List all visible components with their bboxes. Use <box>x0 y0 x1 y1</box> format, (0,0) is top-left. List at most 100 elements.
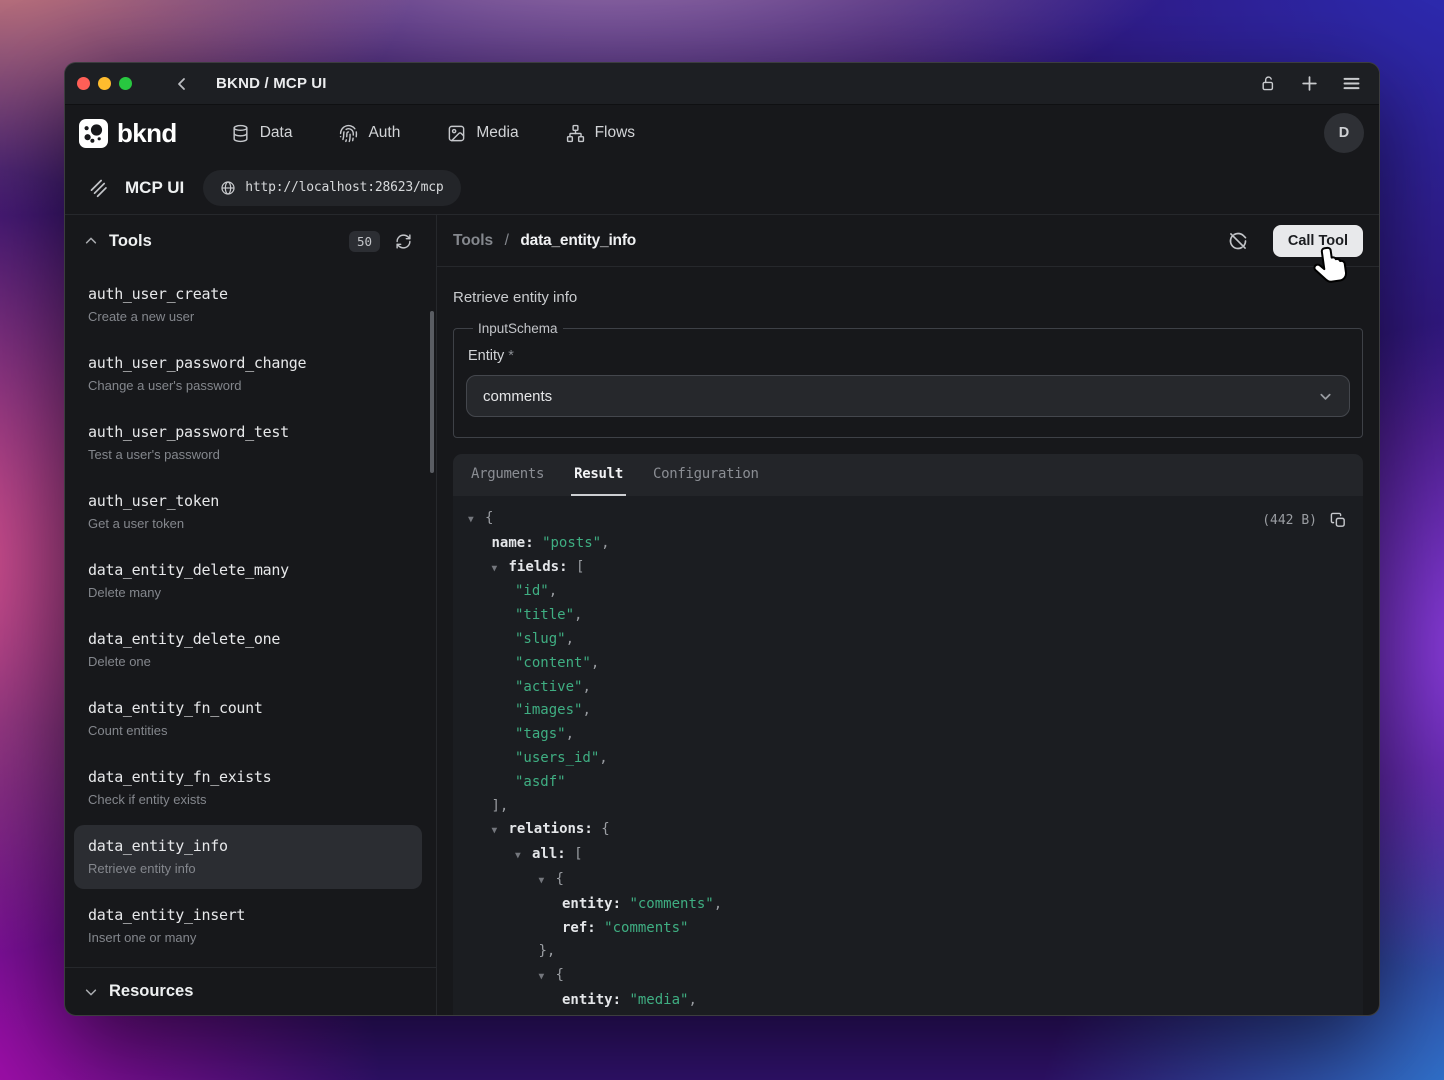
nav-item-data[interactable]: Data <box>231 124 293 143</box>
collapse-triangle-icon[interactable]: ▼ <box>539 965 556 989</box>
call-tool-button[interactable]: Call Tool <box>1273 225 1363 257</box>
json-key: ref: <box>562 920 604 936</box>
json-line: "id", <box>468 580 1348 604</box>
collapse-triangle-icon[interactable]: ▼ <box>539 869 556 893</box>
sidebar-tool-data_entity_fn_exists[interactable]: data_entity_fn_existsCheck if entity exi… <box>74 756 422 820</box>
user-avatar[interactable]: D <box>1324 113 1364 153</box>
copy-result-button[interactable] <box>1330 512 1347 529</box>
bknd-logo-icon <box>79 119 108 148</box>
sidebar-tool-auth_user_password_test[interactable]: auth_user_password_testTest a user's pas… <box>74 411 422 475</box>
back-button[interactable] <box>174 76 190 92</box>
mcp-url-pill[interactable]: http://localhost:28623/mcp <box>203 170 460 206</box>
json-string: "comments" <box>629 896 713 912</box>
tool-description: Delete one <box>88 653 408 671</box>
json-punct: [ <box>574 846 582 862</box>
collapse-triangle-icon[interactable]: ▼ <box>492 819 509 843</box>
chevron-down-icon <box>84 985 98 999</box>
tool-name: auth_user_token <box>88 491 408 512</box>
tool-detail-content: Retrieve entity info InputSchema Entity*… <box>437 267 1379 1015</box>
traffic-lights <box>77 77 132 90</box>
chevron-left-icon <box>174 76 190 92</box>
page-title: MCP UI <box>125 178 184 198</box>
collapse-triangle-icon[interactable]: ▼ <box>515 844 532 868</box>
input-schema-fieldset: InputSchema Entity* comments <box>453 321 1363 438</box>
result-card: Arguments Result Configuration (442 B) ▼… <box>453 454 1363 1015</box>
tools-sidebar: Tools 50 auth_user_createCreate a new us… <box>65 215 437 1015</box>
json-line: ▼relations: { <box>468 818 1348 843</box>
tool-name: data_entity_insert <box>88 905 408 926</box>
mcp-url: http://localhost:28623/mcp <box>245 180 443 195</box>
collapse-triangle-icon[interactable]: ▼ <box>468 508 485 532</box>
entity-select-value: comments <box>483 388 552 405</box>
sidebar-tool-data_entity_fn_count[interactable]: data_entity_fn_countCount entities <box>74 687 422 751</box>
nav-item-media[interactable]: Media <box>447 124 518 143</box>
json-key: all: <box>532 846 574 862</box>
json-string: "content" <box>515 655 591 671</box>
refresh-tools-button[interactable] <box>395 233 412 250</box>
tool-description: Test a user's password <box>88 446 408 464</box>
sidebar-tool-data_entity_delete_many[interactable]: data_entity_delete_manyDelete many <box>74 549 422 613</box>
new-tab-plus-icon[interactable] <box>1300 74 1319 93</box>
json-line: entity: "media", <box>468 989 1348 1013</box>
json-punct: { <box>556 871 564 887</box>
json-line: "title", <box>468 604 1348 628</box>
refresh-off-icon <box>1228 231 1248 251</box>
bknd-logo[interactable]: bknd <box>79 118 177 149</box>
tool-name: data_entity_fn_exists <box>88 767 408 788</box>
json-punct: , <box>574 607 582 623</box>
breadcrumb: Tools / data_entity_info <box>453 232 636 250</box>
resources-section-header[interactable]: Resources <box>65 967 436 1015</box>
close-window-button[interactable] <box>77 77 90 90</box>
json-punct: , <box>566 726 574 742</box>
app-window: BKND / MCP UI bknd <box>64 62 1380 1016</box>
tab-configuration[interactable]: Configuration <box>650 454 762 496</box>
tools-section-header[interactable]: Tools 50 <box>65 215 436 267</box>
json-string: "active" <box>515 679 582 695</box>
auto-refresh-off-button[interactable] <box>1228 231 1248 251</box>
json-line: ▼all: [ <box>468 843 1348 868</box>
tool-name: data_entity_delete_many <box>88 560 408 581</box>
json-line: ▼{ <box>468 507 1348 532</box>
breadcrumb-separator: / <box>505 232 509 249</box>
lock-open-icon[interactable] <box>1260 75 1277 92</box>
entity-select[interactable]: comments <box>466 375 1350 417</box>
nav-item-auth[interactable]: Auth <box>339 124 400 143</box>
nav-item-flows[interactable]: Flows <box>566 124 635 143</box>
tool-name: data_entity_delete_one <box>88 629 408 650</box>
json-key: entity: <box>562 992 629 1008</box>
menu-hamburger-icon[interactable] <box>1342 75 1361 92</box>
nav-label: Media <box>476 124 518 142</box>
json-string: "tags" <box>515 726 566 742</box>
minimize-window-button[interactable] <box>98 77 111 90</box>
json-string: "slug" <box>515 631 566 647</box>
tab-result[interactable]: Result <box>571 454 626 496</box>
sidebar-tool-auth_user_token[interactable]: auth_user_tokenGet a user token <box>74 480 422 544</box>
tool-detail-header: Tools / data_entity_info Call Tool <box>437 215 1379 267</box>
app-nav-bar: bknd Data Auth Media <box>65 105 1379 161</box>
json-line: "slug", <box>468 628 1348 652</box>
tools-count-badge: 50 <box>349 231 380 252</box>
json-punct: }, <box>539 943 556 959</box>
tool-description: Insert one or many <box>88 929 408 947</box>
sidebar-tool-data_entity_delete_one[interactable]: data_entity_delete_one Delete one <box>74 618 422 682</box>
sidebar-scrollbar-thumb[interactable] <box>430 311 434 473</box>
sidebar-tool-data_entity_info[interactable]: data_entity_infoRetrieve entity info <box>74 825 422 889</box>
sidebar-tool-auth_user_password_change[interactable]: auth_user_password_changeChange a user's… <box>74 342 422 406</box>
json-punct: , <box>549 583 557 599</box>
json-string: "comments" <box>604 920 688 936</box>
breadcrumb-section[interactable]: Tools <box>453 232 493 249</box>
entity-label-text: Entity <box>468 348 504 364</box>
breadcrumb-current: data_entity_info <box>520 232 636 249</box>
collapse-triangle-icon[interactable]: ▼ <box>492 557 509 581</box>
resources-section-label: Resources <box>109 982 193 1001</box>
sidebar-tool-auth_user_create[interactable]: auth_user_createCreate a new user <box>74 273 422 337</box>
json-line: "active", <box>468 676 1348 700</box>
json-punct: ], <box>492 798 509 814</box>
json-line: entity: "comments", <box>468 893 1348 917</box>
zoom-window-button[interactable] <box>119 77 132 90</box>
tab-arguments[interactable]: Arguments <box>468 454 547 496</box>
sidebar-tool-data_entity_insert[interactable]: data_entity_insert Insert one or many <box>74 894 422 958</box>
mcp-layers-icon <box>88 177 109 198</box>
mcp-bar: MCP UI http://localhost:28623/mcp <box>65 161 1379 215</box>
json-line: ▼fields: [ <box>468 556 1348 581</box>
